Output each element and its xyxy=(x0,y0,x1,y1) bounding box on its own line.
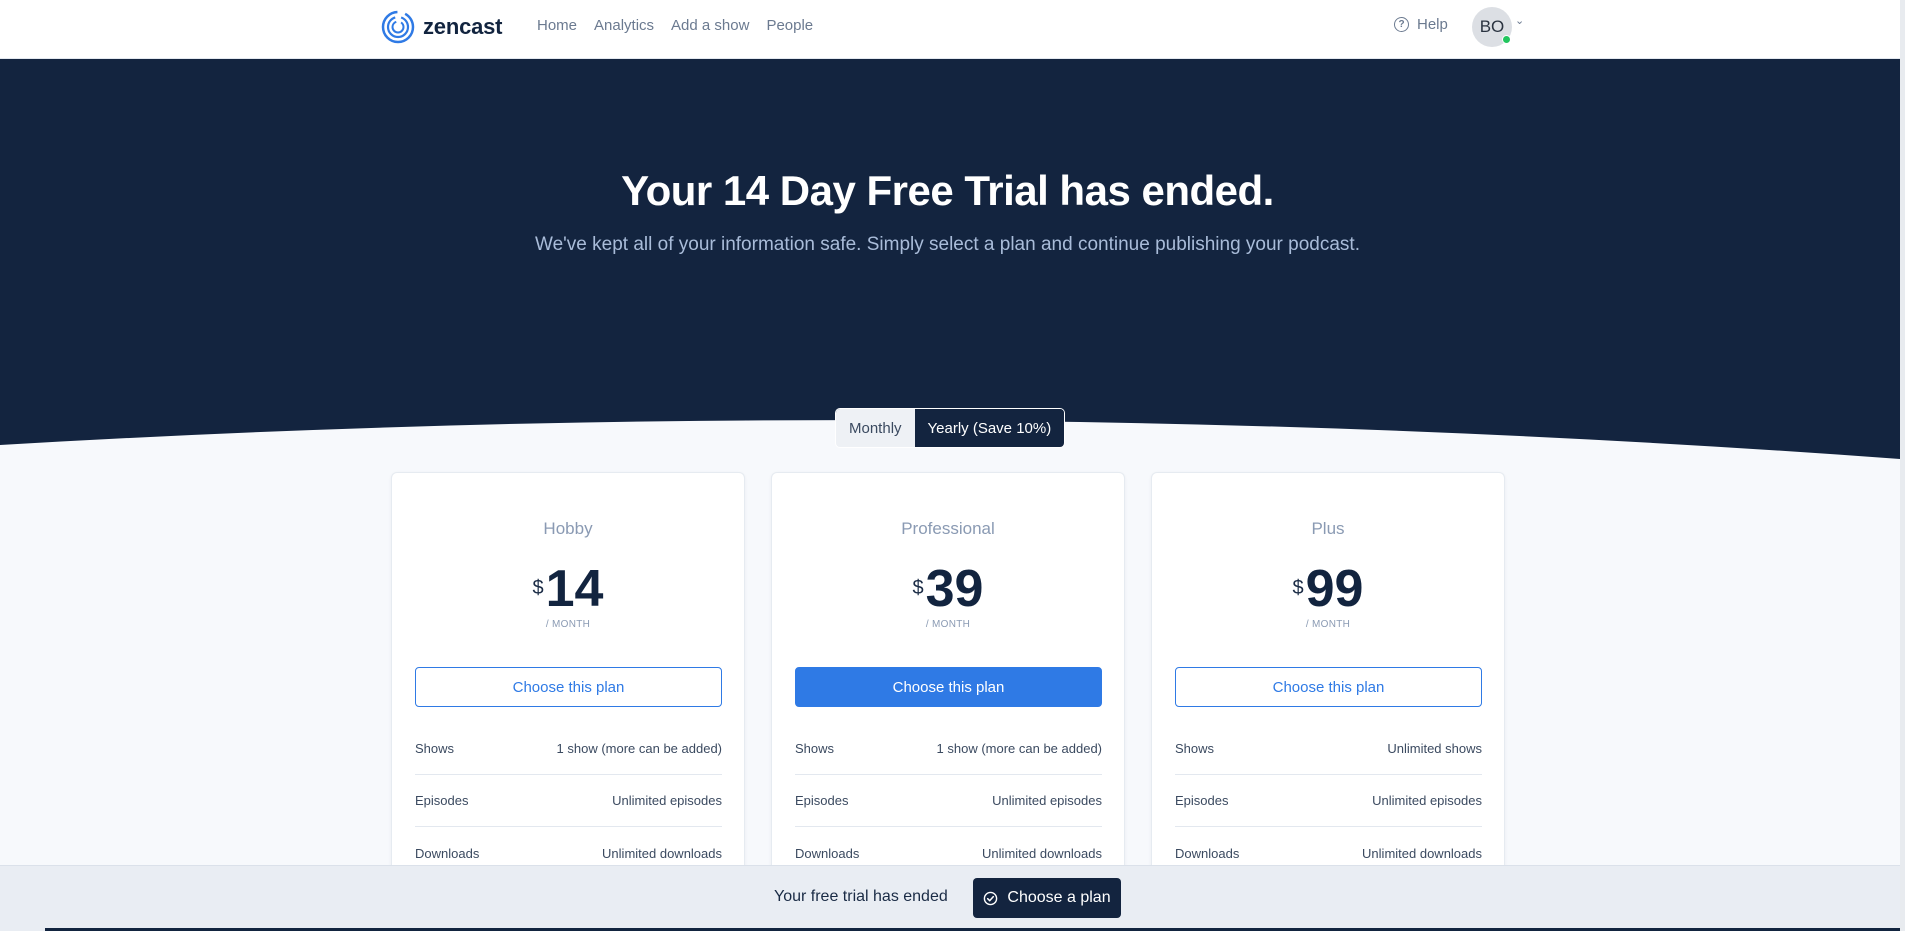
price-period: / MONTH xyxy=(1305,619,1351,630)
feature-label: Shows xyxy=(795,741,835,756)
choose-plan-button[interactable]: Choose this plan xyxy=(795,667,1102,707)
plan-name: Professional xyxy=(901,519,995,538)
feature-label: Episodes xyxy=(795,793,849,808)
feature-label: Downloads xyxy=(1175,845,1240,861)
help-link[interactable]: ? Help xyxy=(1394,16,1448,33)
trial-ended-bar: Your free trial has ended Choose a plan xyxy=(0,865,1900,931)
price-currency: $ xyxy=(532,577,544,599)
plan-price: $ 14 xyxy=(392,563,744,615)
zencast-logo-icon xyxy=(381,10,415,44)
question-circle-icon: ? xyxy=(1394,17,1409,32)
plan-price: $ 39 xyxy=(772,563,1124,615)
page-subtitle: We've kept all of your information safe.… xyxy=(535,234,1360,255)
online-status-dot xyxy=(1502,35,1511,44)
price-period: / MONTH xyxy=(545,619,591,630)
feature-value: Unlimited shows xyxy=(1387,741,1482,756)
plan-card-hobby: Hobby $ 14 / MONTH Choose this plan Show… xyxy=(391,472,745,892)
price-amount: 99 xyxy=(1305,560,1364,618)
feature-row: Episodes Unlimited episodes xyxy=(1175,775,1482,827)
price-currency: $ xyxy=(912,577,924,599)
feature-row: Episodes Unlimited episodes xyxy=(415,775,722,827)
nav-link-home[interactable]: Home xyxy=(537,17,577,34)
feature-value: Unlimited episodes xyxy=(612,793,722,808)
choose-a-plan-button[interactable]: Choose a plan xyxy=(973,878,1121,918)
page-scrollbar[interactable] xyxy=(1900,0,1905,931)
feature-value: Unlimited downloads xyxy=(1362,845,1482,861)
plan-card-professional: Professional $ 39 / MONTH Choose this pl… xyxy=(771,472,1125,892)
feature-value: 1 show (more can be added) xyxy=(556,741,722,756)
price-currency: $ xyxy=(1292,577,1304,599)
feature-label: Episodes xyxy=(1175,793,1229,808)
nav-link-analytics[interactable]: Analytics xyxy=(594,17,654,34)
page-title: Your 14 Day Free Trial has ended. xyxy=(621,167,1274,214)
feature-row: Shows 1 show (more can be added) xyxy=(795,723,1102,775)
choose-a-plan-label: Choose a plan xyxy=(1007,889,1111,906)
feature-value: 1 show (more can be added) xyxy=(936,741,1102,756)
price-amount: 39 xyxy=(925,560,984,618)
price-period: / MONTH xyxy=(925,619,971,630)
toggle-monthly[interactable]: Monthly xyxy=(836,409,915,447)
feature-label: Shows xyxy=(415,741,455,756)
feature-value: Unlimited episodes xyxy=(992,793,1102,808)
feature-label: Downloads xyxy=(415,845,480,861)
feature-value: Unlimited downloads xyxy=(602,845,722,861)
nav-links: Home Analytics Add a show People xyxy=(537,17,813,34)
plan-name: Plus xyxy=(1311,519,1345,538)
nav-link-people[interactable]: People xyxy=(766,17,813,34)
plan-price: $ 99 xyxy=(1152,563,1504,615)
plan-name: Hobby xyxy=(543,519,593,538)
feature-label: Episodes xyxy=(415,793,469,808)
toggle-yearly[interactable]: Yearly (Save 10%) xyxy=(914,409,1065,447)
nav-link-add-show[interactable]: Add a show xyxy=(671,17,749,34)
billing-period-toggle: Monthly Yearly (Save 10%) xyxy=(835,408,1066,448)
top-navigation: zencast Home Analytics Add a show People… xyxy=(0,0,1900,59)
brand-logo[interactable]: zencast xyxy=(380,9,503,45)
price-amount: 14 xyxy=(545,560,604,618)
feature-row: Shows Unlimited shows xyxy=(1175,723,1482,775)
brand-name: zencast xyxy=(423,14,503,39)
plan-card-plus: Plus $ 99 / MONTH Choose this plan Shows… xyxy=(1151,472,1505,892)
feature-row: Episodes Unlimited episodes xyxy=(795,775,1102,827)
choose-plan-button[interactable]: Choose this plan xyxy=(1175,667,1482,707)
choose-plan-button[interactable]: Choose this plan xyxy=(415,667,722,707)
chevron-down-icon[interactable]: ⌄ xyxy=(1515,14,1524,27)
feature-label: Shows xyxy=(1175,741,1215,756)
feature-value: Unlimited downloads xyxy=(982,845,1102,861)
feature-value: Unlimited episodes xyxy=(1372,793,1482,808)
help-label: Help xyxy=(1417,16,1448,33)
trial-ended-text: Your free trial has ended xyxy=(774,888,948,905)
feature-label: Downloads xyxy=(795,845,860,861)
check-circle-icon xyxy=(984,891,998,905)
feature-row: Shows 1 show (more can be added) xyxy=(415,723,722,775)
